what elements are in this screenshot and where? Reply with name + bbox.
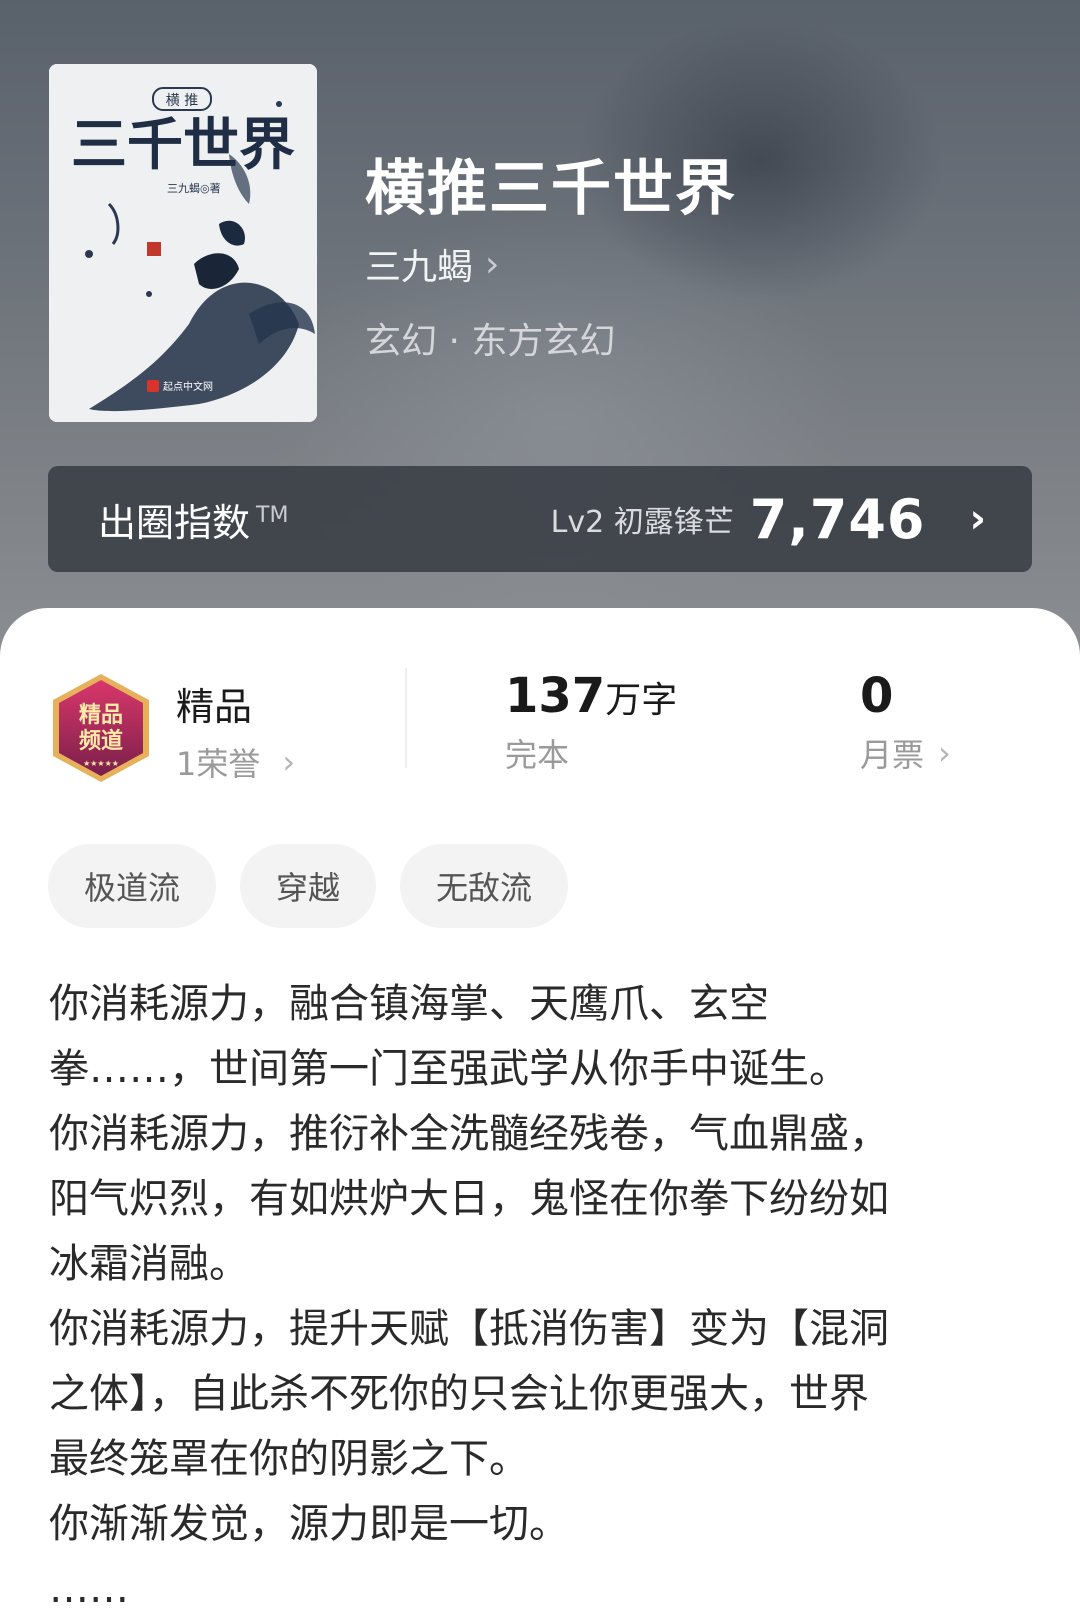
synopsis-line: 拳……，世间第一门至强武学从你手中诞生。	[49, 1046, 849, 1092]
synopsis-line: 最终笼罩在你的阴影之下。	[49, 1436, 529, 1482]
cover-artwork: 横 推 三千世界 三九蝎◎著 起点中文网	[49, 64, 317, 422]
chevron-right-icon: ›	[938, 734, 951, 772]
quality-badge-icon: 精品 频道 ★★★★★	[53, 674, 149, 782]
chevron-right-icon: ›	[485, 243, 500, 285]
tag-chip[interactable]: 无敌流	[400, 844, 569, 928]
quality-stat[interactable]: 精品 1荣誉 ›	[176, 676, 295, 785]
author-link[interactable]: 三九蝎 ›	[365, 238, 499, 290]
tag-chip[interactable]: 极道流	[48, 844, 217, 928]
synopsis-line: 你消耗源力，推衍补全洗髓经残卷，气血鼎盛，	[49, 1111, 889, 1157]
synopsis-line: ……	[49, 1566, 129, 1612]
completion-status: 完本	[505, 736, 570, 774]
book-title: 横推三千世界	[365, 154, 737, 224]
honor-count: 1荣誉	[176, 745, 261, 783]
cover-tag: 横 推	[166, 93, 198, 109]
tag-chip[interactable]: 穿越	[240, 844, 377, 928]
votes-number: 0	[860, 668, 894, 724]
synopsis-line: 阳气炽烈，有如烘炉大日，鬼怪在你拳下纷纷如	[49, 1176, 889, 1222]
chevron-right-icon: ›	[282, 743, 296, 781]
word-count-number: 137	[505, 668, 606, 724]
synopsis-line: 你渐渐发觉，源力即是一切。	[49, 1501, 569, 1547]
svg-text:★★★★★: ★★★★★	[83, 759, 119, 768]
monthly-votes-stat[interactable]: 0 月票 ›	[860, 668, 951, 776]
trademark-mark: TM	[256, 502, 289, 528]
svg-text:精品: 精品	[79, 702, 123, 728]
book-synopsis[interactable]: 你消耗源力，融合镇海掌、天鹰爪、玄空 拳……，世间第一门至强武学从你手中诞生。 …	[49, 972, 1009, 1622]
chevron-right-icon: ›	[969, 496, 986, 542]
svg-text:频道: 频道	[79, 728, 123, 754]
popularity-index-bar[interactable]: 出圈指数 TM Lv2 初露锋芒 7,746 ›	[48, 466, 1032, 572]
index-level: Lv2 初露锋芒	[550, 505, 734, 540]
author-name: 三九蝎	[365, 247, 474, 288]
index-label: 出圈指数 TM	[98, 500, 289, 545]
votes-label: 月票	[860, 736, 925, 774]
synopsis-line: 冰霜消融。	[49, 1241, 249, 1287]
word-count-unit: 万字	[605, 680, 678, 721]
quality-title: 精品	[176, 685, 253, 729]
tag-list: 极道流 穿越 无敌流	[48, 844, 569, 928]
word-count-stat: 137万字 完本	[505, 668, 677, 776]
book-genre: 玄幻 · 东方玄幻	[365, 321, 616, 362]
synopsis-line: 之体】，自此杀不死你的只会让你更强大，世界	[49, 1371, 869, 1417]
book-cover[interactable]: 横 推 三千世界 三九蝎◎著 起点中文网	[49, 64, 317, 422]
cover-publisher: 起点中文网	[163, 380, 213, 393]
cover-author: 三九蝎◎著	[167, 181, 221, 195]
index-score: 7,746	[749, 487, 926, 551]
stat-divider	[405, 668, 407, 768]
synopsis-line: 你消耗源力，融合镇海掌、天鹰爪、玄空	[49, 981, 769, 1027]
cover-title: 三千世界	[71, 113, 295, 178]
synopsis-line: 你消耗源力，提升天赋【抵消伤害】变为【混洞	[49, 1306, 889, 1352]
